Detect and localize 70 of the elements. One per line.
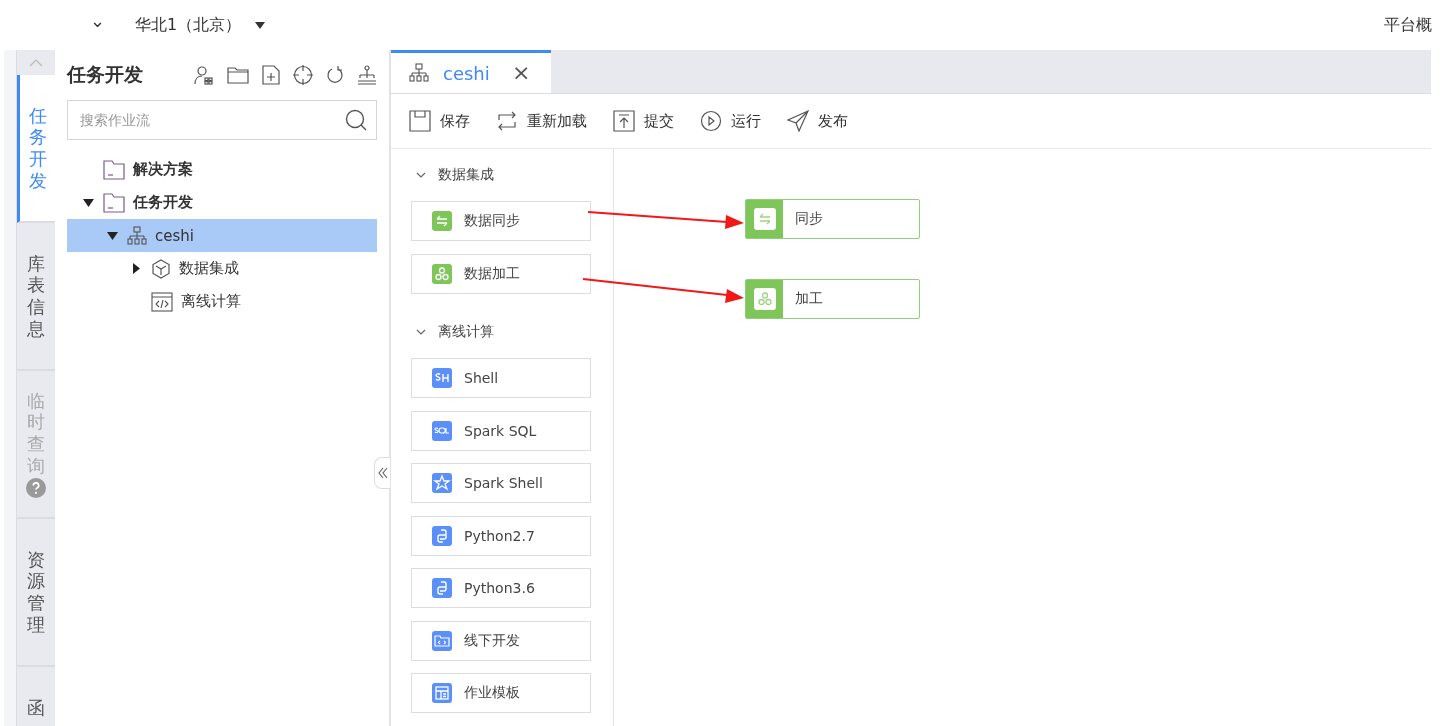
python-icon: [432, 578, 452, 598]
caret-icon[interactable]: [255, 21, 266, 29]
python-icon: [432, 525, 452, 546]
code-folder-icon: [432, 630, 452, 651]
flow-icon: [409, 63, 429, 83]
sql-icon: [432, 420, 452, 441]
palette-item[interactable]: 数据加工: [411, 253, 591, 294]
folder-icon: [103, 159, 125, 180]
toolbar-button[interactable]: 保存: [409, 110, 470, 132]
side-nav-tab[interactable]: 资源管理: [17, 519, 55, 667]
star-icon: [432, 473, 452, 493]
close-tab-button[interactable]: ×: [512, 62, 531, 84]
palette-item[interactable]: Python3.6: [411, 568, 591, 608]
group-title[interactable]: 离线计算: [438, 323, 494, 341]
palette-item[interactable]: 线下开发: [411, 620, 591, 661]
template-icon: [432, 683, 452, 703]
panel-title: 任务开发: [67, 62, 143, 87]
canvas-node[interactable]: 加工: [745, 279, 920, 319]
paper-plane-icon[interactable]: [787, 110, 809, 132]
user-group-icon[interactable]: [194, 65, 214, 85]
crosshair-icon[interactable]: [293, 65, 313, 85]
refresh-icon[interactable]: [326, 65, 344, 85]
editor-tab[interactable]: ceshi ×: [391, 50, 551, 93]
palette-item[interactable]: 数据同步: [411, 201, 591, 241]
double-chevron-left-icon[interactable]: [377, 467, 388, 479]
code-file-icon: [151, 291, 173, 312]
folder-icon[interactable]: [227, 66, 249, 84]
sync-arrows-icon: [753, 208, 776, 230]
play-icon[interactable]: [700, 110, 722, 132]
toolbar-button[interactable]: 重新加载: [496, 110, 587, 132]
side-nav-tab[interactable]: 函: [17, 667, 55, 726]
collapsed-arrow-icon[interactable]: [130, 263, 142, 274]
palette-item[interactable]: Spark Shell: [411, 463, 591, 503]
palette-item[interactable]: Shell: [411, 358, 591, 398]
collapse-panel-button[interactable]: [374, 457, 390, 489]
tree-item[interactable]: 离线计算: [67, 285, 377, 318]
hierarchy-icon[interactable]: [357, 65, 377, 85]
chevron-down-icon[interactable]: [416, 327, 426, 337]
canvas-node[interactable]: 同步: [745, 199, 920, 239]
search-icon[interactable]: [345, 109, 367, 131]
save-icon[interactable]: [409, 110, 431, 132]
upload-icon[interactable]: [613, 110, 635, 132]
side-nav-tab[interactable]: 库表信息: [17, 223, 55, 371]
palette-item[interactable]: Spark SQL: [411, 410, 591, 451]
circles-icon: [432, 263, 452, 284]
toolbar-button[interactable]: 发布: [787, 110, 848, 132]
folder-icon: [103, 192, 125, 213]
tree-item[interactable]: 解决方案: [67, 153, 377, 186]
circles-icon: [753, 288, 776, 310]
group-title[interactable]: 数据集成: [438, 166, 494, 184]
sync-arrows-icon: [432, 211, 452, 231]
flow-icon: [127, 225, 147, 246]
expanded-arrow-icon[interactable]: [82, 197, 94, 208]
nav-link[interactable]: 平台概: [1384, 14, 1432, 36]
expanded-arrow-icon[interactable]: [106, 230, 118, 241]
cube-icon: [151, 258, 171, 279]
toolbar-button[interactable]: 提交: [613, 110, 674, 132]
palette-item[interactable]: 作业模板: [411, 673, 591, 713]
dropdown-caret[interactable]: ⌄: [90, 12, 106, 30]
tree-item[interactable]: 任务开发: [67, 186, 377, 219]
toolbar-button[interactable]: 运行: [700, 110, 761, 132]
tree-item[interactable]: ceshi: [67, 219, 377, 252]
palette-item[interactable]: Python2.7: [411, 515, 591, 556]
new-file-icon[interactable]: [262, 65, 280, 85]
shell-icon: [432, 368, 452, 388]
tree-item[interactable]: 数据集成: [67, 252, 377, 285]
reload-icon[interactable]: [496, 110, 518, 132]
region-selector[interactable]: 华北1（北京）: [135, 14, 242, 36]
chevron-down-icon[interactable]: [416, 170, 426, 180]
search-field[interactable]: 搜索作业流: [67, 100, 377, 140]
